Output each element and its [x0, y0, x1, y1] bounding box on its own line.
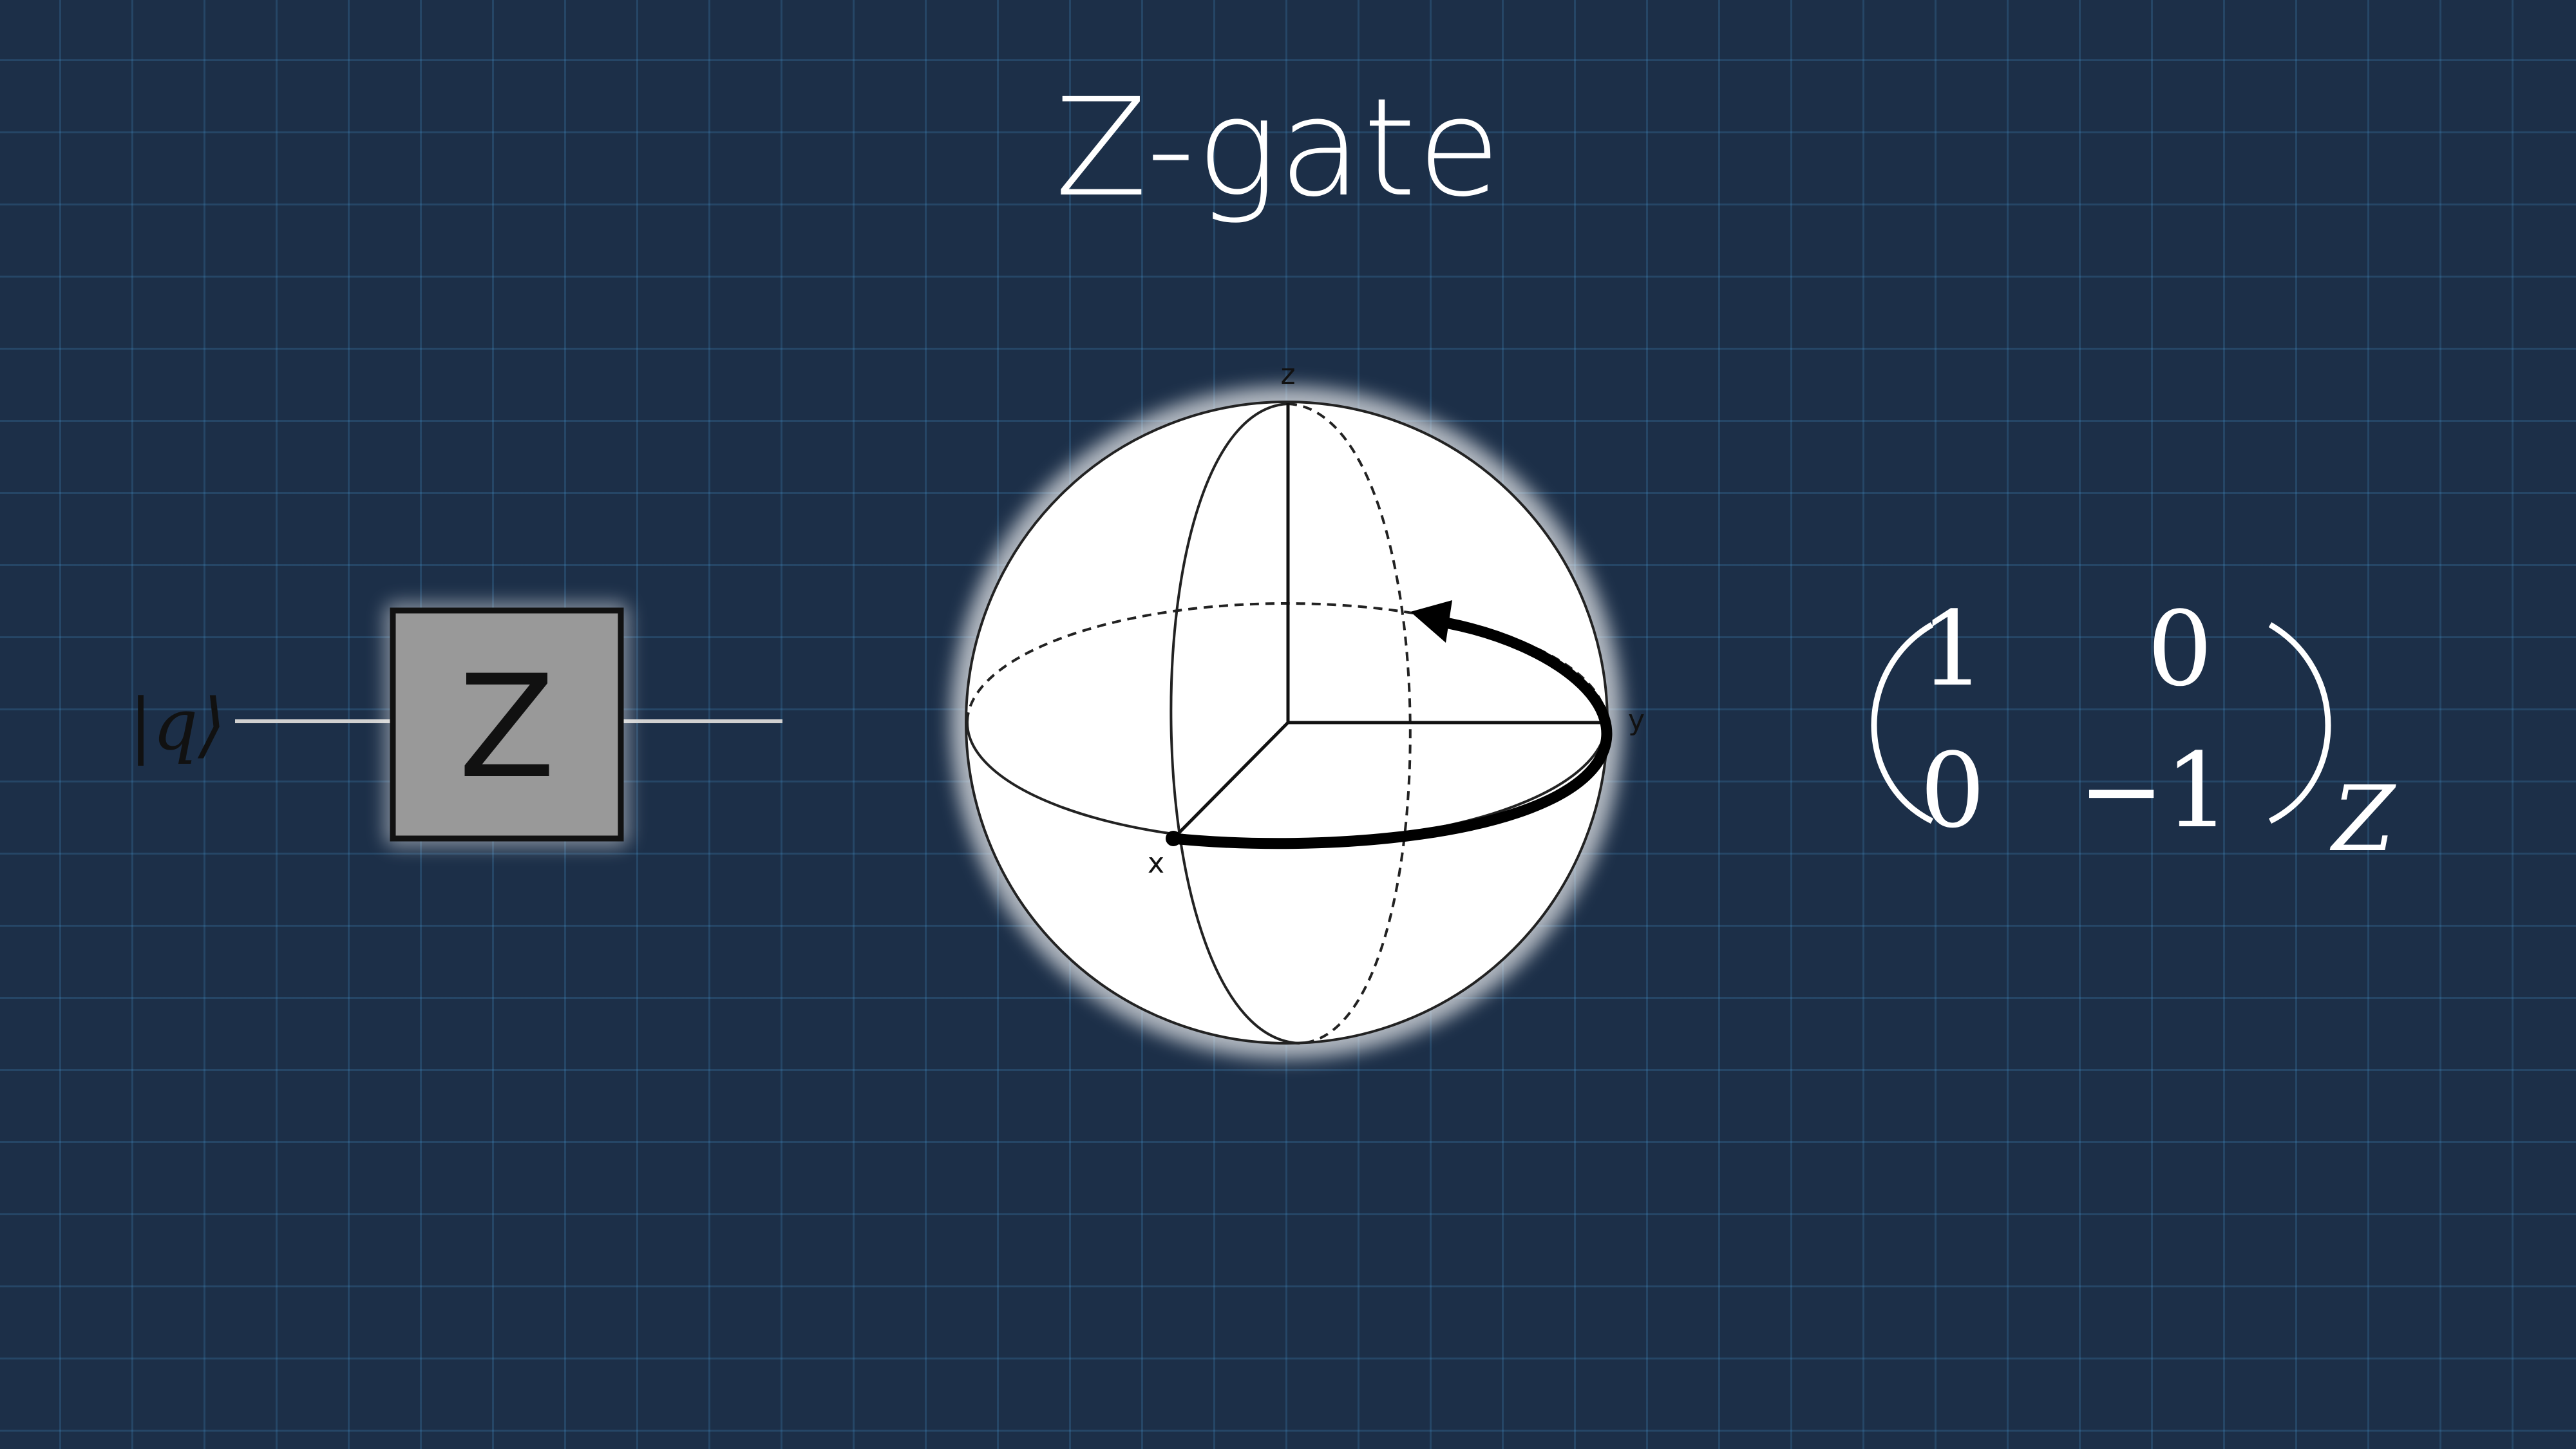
matrix-right-paren	[2268, 622, 2331, 824]
matrix-entry-2-2: −1	[2078, 730, 2230, 851]
circuit: |q⟩ Z	[129, 602, 782, 847]
matrix-entry-1-2: 0	[2147, 589, 2213, 709]
diagram-canvas: |q⟩ Z z y x 1 0 0 −1 Z	[129, 358, 2396, 1059]
matrix-entry-2-1: 0	[1920, 730, 1985, 851]
qubit-input-label: |q⟩	[129, 683, 225, 766]
z-axis-label: z	[1280, 358, 1295, 391]
matrix-entry-1-1: 1	[1920, 589, 1985, 709]
x-axis-label: x	[1148, 847, 1164, 880]
y-axis-label: y	[1628, 704, 1645, 737]
bloch-sphere: z y x	[951, 358, 1645, 1059]
state-point	[1166, 831, 1181, 846]
z-matrix: 1 0 0 −1 Z	[1871, 589, 2396, 872]
z-gate-label: Z	[459, 645, 556, 810]
matrix-subscript: Z	[2329, 767, 2396, 872]
